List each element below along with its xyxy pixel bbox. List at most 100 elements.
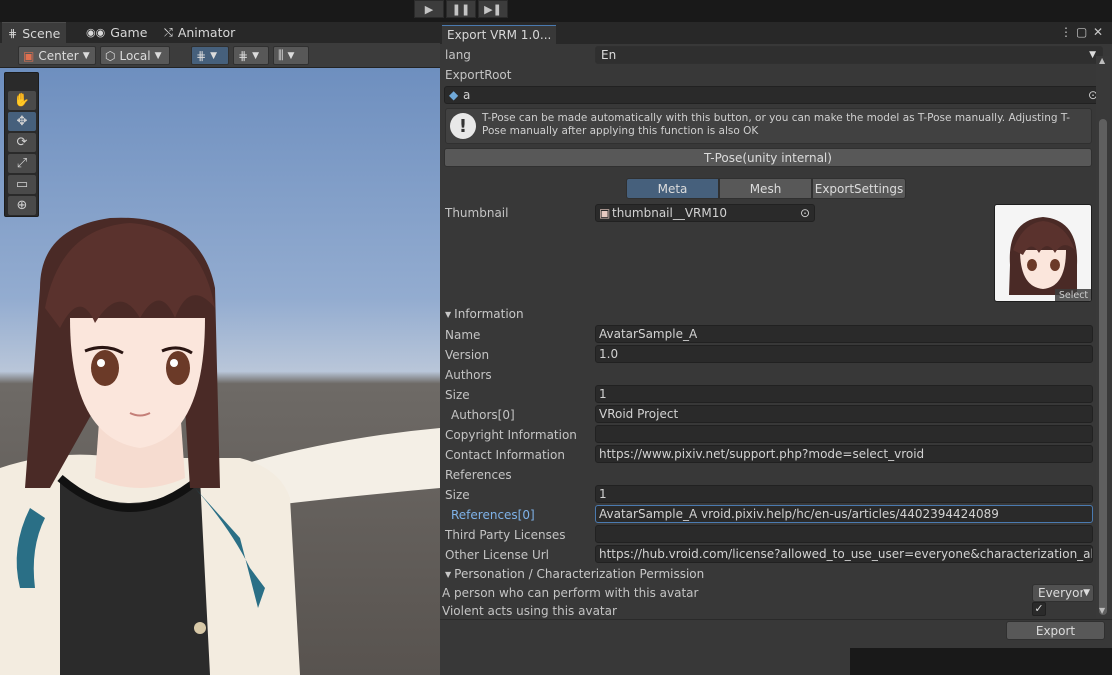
export-root-field[interactable]: ◆ a ⊙ <box>444 86 1103 104</box>
authors0-field[interactable]: VRoid Project <box>595 405 1093 423</box>
violent-checkbox[interactable]: ✓ <box>1032 602 1046 616</box>
scrollbar-thumb[interactable] <box>1099 119 1107 615</box>
step-button[interactable]: ▶❚ <box>478 0 508 18</box>
authors0-label: Authors[0] <box>451 408 515 422</box>
pivot-icon: ▣ <box>23 48 35 63</box>
references-size-field[interactable]: 1 <box>595 485 1093 503</box>
maximize-icon[interactable]: ▢ <box>1076 25 1087 39</box>
object-picker-icon[interactable]: ⊙ <box>800 205 810 221</box>
third-party-label: Third Party Licenses <box>445 528 566 542</box>
chevron-down-icon: ▼ <box>154 50 162 61</box>
thumbnail-preview[interactable]: Select <box>994 204 1092 302</box>
hand-icon: ✋ <box>13 93 31 108</box>
hand-tool[interactable]: ✋ <box>8 91 36 110</box>
grid-snap-button[interactable]: ⋕ ▼ <box>191 46 229 65</box>
scene-toolbar: ▣ Center ▼ ⬡ Local ▼ ⋕ ▼ ⋕ ▼ ⫼ ▼ <box>0 43 440 68</box>
transform-tool[interactable]: ⊕ <box>8 196 36 215</box>
triangle-down-icon: ▼ <box>445 309 452 319</box>
export-tabbar: Export VRM 1.0... ⋮ ▢ ✕ <box>440 22 1112 44</box>
version-field[interactable]: 1.0 <box>595 345 1093 363</box>
other-license-field[interactable]: https://hub.vroid.com/license?allowed_to… <box>595 545 1093 563</box>
copyright-label: Copyright Information <box>445 428 577 442</box>
authors-label: Authors <box>445 368 492 382</box>
lang-dropdown[interactable]: En ▼ <box>595 46 1103 64</box>
tab-scene[interactable]: ⋕ Scene <box>2 22 67 43</box>
contact-label: Contact Information <box>445 448 565 462</box>
authors-size-label: Size <box>445 388 470 402</box>
thumbnail-image <box>995 205 1091 301</box>
avatar-model <box>0 217 440 675</box>
references0-label: References[0] <box>451 508 535 522</box>
version-label: Version <box>445 348 490 362</box>
check-icon: ✓ <box>1034 602 1044 615</box>
footer-divider <box>440 619 1112 620</box>
export-button[interactable]: Export <box>1006 621 1105 640</box>
snap-icon: ⋕ <box>238 48 249 63</box>
scene-window: ⋕ Scene ◉◉ Game ⤭ Animator ▣ Center ▼ ⬡ … <box>0 22 440 675</box>
information-foldout[interactable]: ▼ Information <box>445 307 524 321</box>
tab-meta[interactable]: Meta <box>626 178 719 199</box>
references0-field[interactable]: AvatarSample_A vroid.pixiv.help/hc/en-us… <box>595 505 1093 523</box>
help-text: T-Pose can be made automatically with th… <box>482 112 1071 137</box>
help-box: ! T-Pose can be made automatically with … <box>445 108 1092 144</box>
chevron-down-icon: ▼ <box>1083 585 1090 601</box>
chevron-down-icon: ▼ <box>287 50 295 61</box>
space-dropdown[interactable]: ⬡ Local ▼ <box>100 46 170 65</box>
references-label: References <box>445 468 512 482</box>
scene-viewport[interactable]: ✋ ✥ ⟳ ⤢ ▭ ⊕ <box>0 68 440 675</box>
chevron-down-icon: ▼ <box>210 50 217 61</box>
scroll-down-icon[interactable]: ▼ <box>1099 606 1105 615</box>
thumbnail-label: Thumbnail <box>445 206 509 220</box>
info-icon: ! <box>450 113 476 139</box>
perform-label: A person who can perform with this avata… <box>442 586 699 600</box>
background-panel <box>850 648 1112 675</box>
close-icon[interactable]: ✕ <box>1093 25 1103 39</box>
gameobject-icon: ◆ <box>449 88 459 102</box>
more-icon[interactable]: ⋮ <box>1060 25 1072 39</box>
permission-foldout[interactable]: ▼ Personation / Characterization Permiss… <box>445 567 704 581</box>
tpose-button[interactable]: T-Pose(unity internal) <box>444 148 1092 167</box>
export-root-label: ExportRoot <box>445 68 512 82</box>
tool-palette: ✋ ✥ ⟳ ⤢ ▭ ⊕ <box>4 72 39 217</box>
scene-tabbar: ⋕ Scene ◉◉ Game ⤭ Animator <box>0 22 440 43</box>
chevron-down-icon: ▼ <box>252 50 259 61</box>
chevron-down-icon: ▼ <box>1089 50 1096 60</box>
copyright-field[interactable] <box>595 425 1093 443</box>
export-window-tab[interactable]: Export VRM 1.0... <box>442 25 556 44</box>
animator-icon: ⤭ <box>164 25 173 39</box>
scroll-up-icon[interactable]: ▲ <box>1099 56 1105 65</box>
tab-mesh[interactable]: Mesh <box>719 178 812 199</box>
name-field[interactable]: AvatarSample_A <box>595 325 1093 343</box>
scale-tool[interactable]: ⤢ <box>8 154 36 173</box>
perform-dropdown[interactable]: Everyor ▼ <box>1032 584 1094 602</box>
thumbnail-field[interactable]: ▣ thumbnail__VRM10 ⊙ <box>595 204 815 222</box>
tab-animator[interactable]: ⤭ Animator <box>158 22 241 43</box>
contact-field[interactable]: https://www.pixiv.net/support.php?mode=s… <box>595 445 1093 463</box>
play-button[interactable]: ▶ <box>414 0 444 18</box>
step-icon: ▶❚ <box>484 2 502 16</box>
chevron-down-icon: ▼ <box>82 50 90 61</box>
gamepad-icon: ◉◉ <box>86 26 106 39</box>
grid-snap-icon: ⋕ <box>196 48 207 63</box>
pivot-dropdown[interactable]: ▣ Center ▼ <box>18 46 96 65</box>
tab-game[interactable]: ◉◉ Game <box>80 22 153 43</box>
authors-size-field[interactable]: 1 <box>595 385 1093 403</box>
lang-label: lang <box>445 48 471 62</box>
third-party-field[interactable] <box>595 525 1093 543</box>
tab-export-settings[interactable]: ExportSettings <box>812 178 906 199</box>
triangle-down-icon: ▼ <box>445 569 452 579</box>
thumbnail-select-button[interactable]: Select <box>1055 289 1091 301</box>
play-mode-bar: ▶ ❚❚ ▶❚ <box>0 0 1112 22</box>
play-icon: ▶ <box>424 2 434 16</box>
grid-icon: ⋕ <box>8 26 18 40</box>
other-license-label: Other License Url <box>445 548 549 562</box>
pause-button[interactable]: ❚❚ <box>446 0 476 18</box>
ruler-icon: ⫼ <box>278 48 284 62</box>
move-tool[interactable]: ✥ <box>8 112 36 131</box>
increment-snap-button[interactable]: ⋕ ▼ <box>233 46 269 65</box>
cube-icon: ⬡ <box>105 48 116 63</box>
rotate-tool[interactable]: ⟳ <box>8 133 36 152</box>
move-icon: ✥ <box>16 114 28 129</box>
rect-tool[interactable]: ▭ <box>8 175 36 194</box>
ruler-button[interactable]: ⫼ ▼ <box>273 46 309 65</box>
